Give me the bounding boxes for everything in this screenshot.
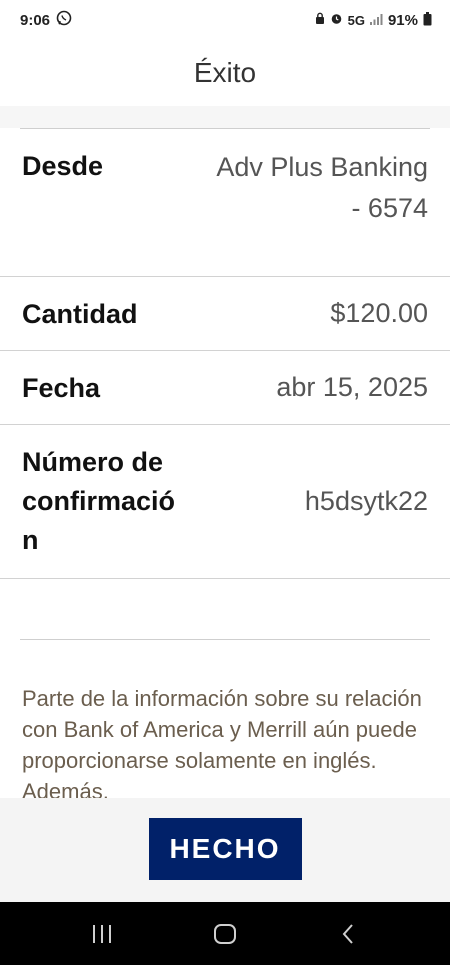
recent-apps-icon[interactable] xyxy=(72,914,132,954)
detail-row-date: Fecha abr 15, 2025 xyxy=(0,351,450,425)
status-right: 5G 91% xyxy=(315,11,432,29)
amount-label: Cantidad xyxy=(22,298,138,329)
done-button[interactable]: HECHO xyxy=(148,818,302,880)
date-label: Fecha xyxy=(22,372,101,403)
navigation-bar xyxy=(0,902,450,965)
header-shadow xyxy=(0,106,450,128)
disclaimer-text: Parte de la información sobre su relació… xyxy=(22,686,422,800)
page-title: Éxito xyxy=(193,57,257,88)
detail-row-from: Desde Adv Plus Banking - 6574 xyxy=(0,129,450,277)
network-type: 5G xyxy=(347,12,365,28)
detail-row-amount: Cantidad $120.00 xyxy=(0,277,450,351)
date-value: abr 15, 2025 xyxy=(276,372,428,402)
confirmation-value: h5dsytk22 xyxy=(304,486,428,516)
status-bar: 9:06 5G 91% xyxy=(0,0,450,40)
alarm-icon xyxy=(330,12,343,28)
from-value: Adv Plus Banking - 6574 xyxy=(216,152,428,223)
whatsapp-icon xyxy=(56,10,72,30)
detail-row-confirmation: Número de confirmación h5dsytk22 xyxy=(0,425,450,579)
from-label: Desde xyxy=(22,151,104,181)
back-icon[interactable] xyxy=(318,914,378,954)
status-left: 9:06 xyxy=(20,10,72,30)
confirmation-label: Número de confirmación xyxy=(22,447,176,555)
success-screen: 9:06 5G 91% Éxito Desde Adv Plus Banking… xyxy=(0,0,450,965)
action-area: HECHO xyxy=(0,798,450,902)
status-time: 9:06 xyxy=(20,11,51,29)
signal-icon xyxy=(369,13,383,28)
battery-icon xyxy=(423,11,432,29)
home-icon[interactable] xyxy=(195,914,255,954)
battery-percent: 91% xyxy=(387,11,418,29)
amount-value: $120.00 xyxy=(330,298,428,328)
app-header: Éxito xyxy=(0,40,450,106)
transfer-details: Desde Adv Plus Banking - 6574 Cantidad $… xyxy=(0,106,450,800)
lock-icon xyxy=(315,12,325,28)
